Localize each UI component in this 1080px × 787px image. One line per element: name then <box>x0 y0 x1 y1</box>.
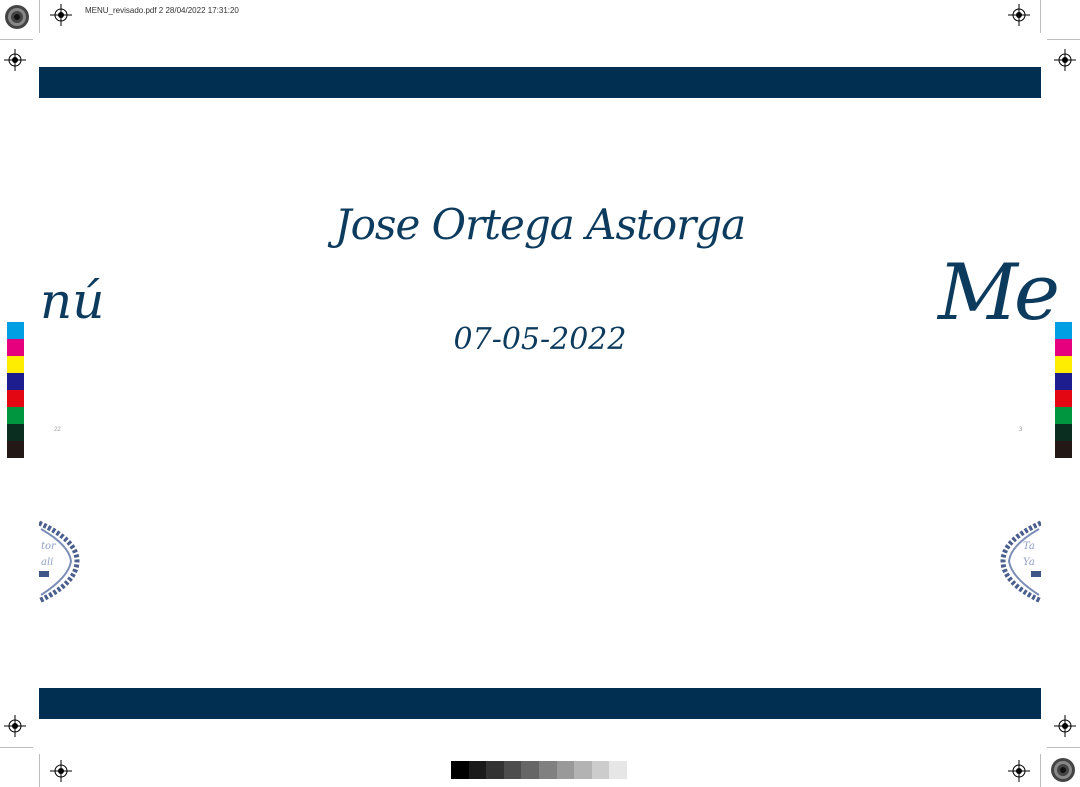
gray-swatch <box>468 761 487 779</box>
menu-word-part-right: Me <box>938 248 1060 338</box>
guest-name: Jose Ortega Astorga <box>334 200 746 249</box>
footer-band <box>39 688 1041 719</box>
color-swatch <box>1055 441 1072 458</box>
trim-mark <box>1040 0 1041 33</box>
trim-mark <box>0 39 33 40</box>
color-swatch <box>7 322 24 339</box>
svg-text:Ya: Ya <box>1023 557 1035 568</box>
event-date: 07-05-2022 <box>453 322 627 357</box>
trim-mark <box>39 754 40 787</box>
gray-swatch <box>591 761 610 779</box>
crosshair-icon <box>4 715 26 737</box>
gray-swatch <box>574 761 592 779</box>
header-band <box>39 67 1041 98</box>
crosshair-icon <box>50 4 72 26</box>
color-swatch <box>7 441 24 458</box>
color-swatch <box>1055 322 1072 339</box>
gray-scale-bar <box>451 761 627 779</box>
color-swatch <box>7 339 24 356</box>
crosshair-icon <box>1008 4 1030 26</box>
color-swatch <box>1055 373 1072 390</box>
gray-swatch <box>556 761 575 779</box>
gray-swatch <box>451 761 469 779</box>
color-swatch <box>7 390 24 407</box>
trim-mark <box>39 0 40 33</box>
color-swatch <box>1055 339 1072 356</box>
wreath-emblem-left: tor ali <box>39 515 81 607</box>
page-number-right: 3 <box>1019 427 1023 433</box>
trim-mark <box>1040 754 1041 787</box>
gray-swatch <box>486 761 504 779</box>
wreath-emblem-right: Ta Ya <box>999 515 1041 607</box>
crosshair-icon <box>50 760 72 782</box>
svg-text:ali: ali <box>41 557 53 568</box>
gray-swatch <box>538 761 557 779</box>
color-swatch <box>7 407 24 424</box>
menu-word-part-left: nú <box>40 272 105 330</box>
crosshair-icon <box>4 49 26 71</box>
trim-mark <box>1047 39 1080 40</box>
gray-swatch <box>609 761 627 779</box>
color-swatch <box>1055 356 1072 373</box>
svg-text:tor: tor <box>41 541 57 552</box>
color-swatch <box>1055 390 1072 407</box>
registration-circle-icon <box>1051 758 1075 782</box>
print-slug: MENU_revisado.pdf 2 28/04/2022 17:31:20 <box>85 6 239 15</box>
color-swatch <box>1055 407 1072 424</box>
gray-swatch <box>503 761 522 779</box>
trim-mark <box>1047 747 1080 748</box>
color-swatch <box>7 356 24 373</box>
gray-swatch <box>521 761 539 779</box>
page-number-left: 22 <box>54 427 61 433</box>
registration-circle-icon <box>5 5 29 29</box>
crosshair-icon <box>1054 49 1076 71</box>
color-control-bar-right <box>1055 322 1072 458</box>
crosshair-icon <box>1054 715 1076 737</box>
color-control-bar-left <box>7 322 24 458</box>
svg-text:Ta: Ta <box>1023 541 1035 552</box>
trim-mark <box>0 747 33 748</box>
color-swatch <box>7 424 24 441</box>
color-swatch <box>1055 424 1072 441</box>
color-swatch <box>7 373 24 390</box>
crosshair-icon <box>1008 760 1030 782</box>
